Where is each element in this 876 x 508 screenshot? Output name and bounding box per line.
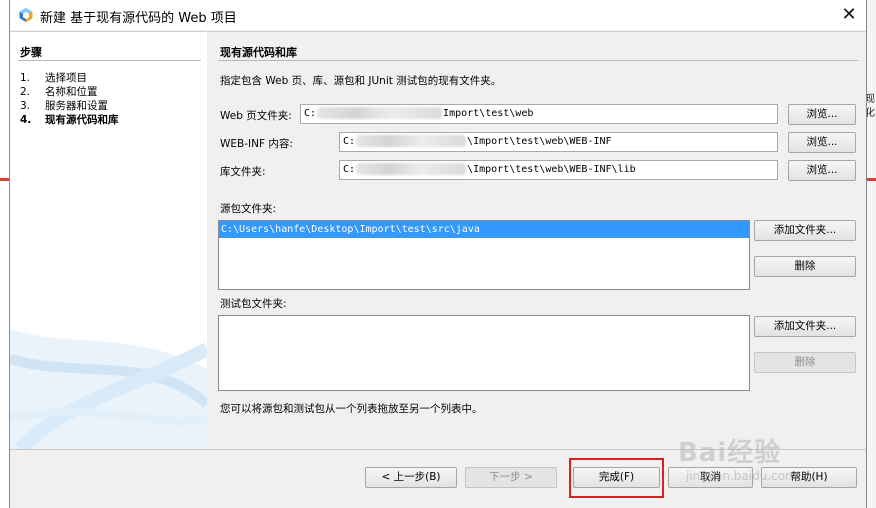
path-suffix: \Import\test\web\WEB-INF <box>467 136 612 147</box>
web-inf-field[interactable]: C: \Import\test\web\WEB-INF <box>339 132 778 152</box>
source-packages-list[interactable]: C:\Users\hanfe\Desktop\Import\test\src\j… <box>218 220 750 290</box>
wizard-decoration-graphic <box>10 329 207 449</box>
browse-libraries-button[interactable]: 浏览... <box>788 160 856 181</box>
content-heading: 现有源代码和库 <box>220 46 297 59</box>
steps-heading: 步骤 <box>20 46 42 59</box>
step-item-3: 3. 服务器和设置 <box>20 98 108 113</box>
browse-web-pages-button[interactable]: 浏览... <box>788 104 856 125</box>
step-label: 服务器和设置 <box>45 100 108 112</box>
web-inf-label: WEB-INF 内容: <box>220 138 293 150</box>
annotation-highlight-box <box>569 458 664 498</box>
libraries-field[interactable]: C: \Import\test\web\WEB-INF\lib <box>339 160 778 180</box>
drag-drop-hint: 您可以将源包和测试包从一个列表拖放至另一个列表中。 <box>220 403 483 415</box>
step-label: 现有源代码和库 <box>45 114 119 126</box>
next-button[interactable]: 下一步 > <box>465 467 557 488</box>
web-pages-field[interactable]: C: Import\test\web <box>300 104 778 124</box>
description-text: 指定包含 Web 页、库、源包和 JUnit 测试包的现有文件夹。 <box>220 75 502 87</box>
redacted-path <box>317 107 443 119</box>
steps-panel: 步骤 1. 选择项目 2. 名称和位置 3. 服务器和设置 4. 现有源代码和库 <box>10 31 207 449</box>
browse-web-inf-button[interactable]: 浏览... <box>788 132 856 153</box>
back-button[interactable]: < 上一步(B) <box>365 467 457 488</box>
add-source-folder-button[interactable]: 添加文件夹... <box>754 220 856 241</box>
step-number: 2. <box>20 86 31 98</box>
step-number: 1. <box>20 72 31 84</box>
step-item-1: 1. 选择项目 <box>20 70 87 85</box>
list-item[interactable]: C:\Users\hanfe\Desktop\Import\test\src\j… <box>219 221 749 238</box>
watermark-url: jingyan.baidu.com <box>686 469 797 483</box>
redacted-path <box>356 135 467 147</box>
add-test-folder-button[interactable]: 添加文件夹... <box>754 316 856 337</box>
libraries-label: 库文件夹: <box>220 166 266 178</box>
step-number: 4. <box>20 114 32 126</box>
test-packages-list[interactable] <box>218 315 750 391</box>
path-suffix: Import\test\web <box>443 108 534 119</box>
step-label: 选择项目 <box>45 72 87 84</box>
path-prefix: C: <box>304 108 317 119</box>
close-icon: ✕ <box>841 4 857 25</box>
close-button[interactable]: ✕ <box>838 4 860 26</box>
step-item-4-current: 4. 现有源代码和库 <box>20 112 119 127</box>
remove-source-folder-button[interactable]: 删除 <box>754 256 856 277</box>
source-packages-label: 源包文件夹: <box>220 203 277 215</box>
new-web-project-dialog: 新建 基于现有源代码的 Web 项目 ✕ 步骤 1. 选择项目 2. 名称和位置 3… <box>9 0 867 508</box>
path-prefix: C: <box>343 164 356 175</box>
path-suffix: \Import\test\web\WEB-INF\lib <box>467 164 636 175</box>
step-number: 3. <box>20 100 31 112</box>
content-panel: 现有源代码和库 指定包含 Web 页、库、源包和 JUnit 测试包的现有文件夹… <box>208 31 866 449</box>
remove-test-folder-button[interactable]: 删除 <box>754 352 856 373</box>
step-item-2: 2. 名称和位置 <box>20 84 98 99</box>
redacted-path <box>356 163 467 175</box>
divider <box>18 60 201 61</box>
web-pages-label: Web 页文件夹: <box>220 110 292 122</box>
test-packages-label: 测试包文件夹: <box>220 298 287 310</box>
watermark-logo: Bai经验 <box>678 438 782 468</box>
netbeans-icon <box>19 8 33 22</box>
title-bar: 新建 基于现有源代码的 Web 项目 ✕ <box>10 0 866 30</box>
divider <box>218 60 858 61</box>
window-title: 新建 基于现有源代码的 Web 项目 <box>40 11 237 26</box>
step-label: 名称和位置 <box>45 86 98 98</box>
path-prefix: C: <box>343 136 356 147</box>
